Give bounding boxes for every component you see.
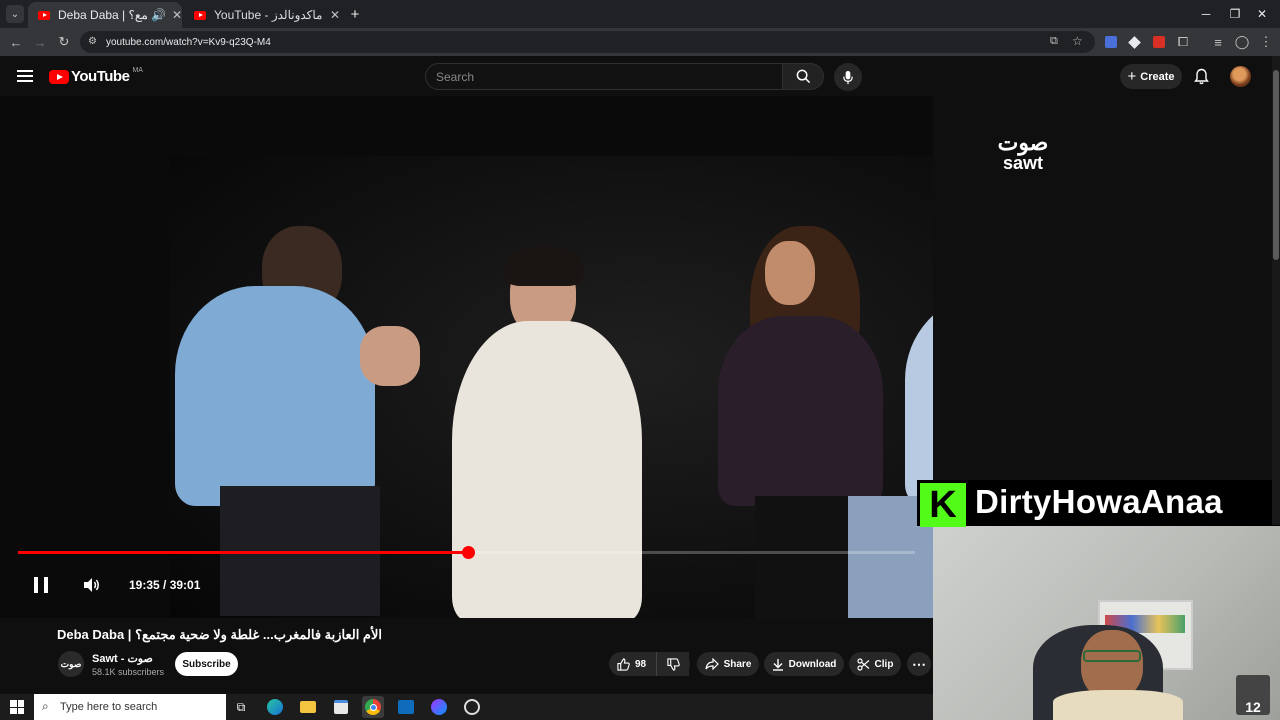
- video-figure-head: [765, 241, 815, 305]
- cast-icon[interactable]: ⧉: [1050, 35, 1058, 48]
- tab-inactive[interactable]: YouTube - اجي نجربو ماكدونالدز ✕: [184, 2, 340, 28]
- webcam-viewer-counter: 12: [1236, 675, 1270, 715]
- channel-watermark-logo[interactable]: صوت sawt: [990, 120, 1056, 184]
- voice-search-button[interactable]: [834, 63, 862, 91]
- edge-browser-icon[interactable]: [264, 696, 286, 718]
- kick-channel-name: DirtyHowaAnaa: [975, 483, 1223, 520]
- video-title: Deba Daba | الأم العازبة فالمغرب... غلطة…: [57, 627, 383, 642]
- reload-icon[interactable]: ↻: [52, 28, 76, 56]
- webcam-overlay: 12: [933, 525, 1280, 720]
- taskbar-search-icon: ⌕: [42, 699, 49, 713]
- share-label: Share: [723, 658, 752, 670]
- site-info-icon[interactable]: ⚙: [88, 36, 97, 47]
- speaker-icon[interactable]: 🔊: [151, 8, 166, 22]
- profile-icon[interactable]: ◯: [1230, 28, 1254, 56]
- youtube-logo-text: YouTube: [71, 68, 130, 85]
- forward-icon[interactable]: →: [28, 28, 52, 56]
- kick-logo-icon: K: [920, 483, 966, 527]
- microsoft-store-icon[interactable]: [330, 696, 352, 718]
- more-actions-button[interactable]: ⋯: [907, 652, 931, 676]
- like-count: 98: [635, 658, 647, 670]
- hamburger-menu-icon[interactable]: [17, 70, 33, 82]
- search-box[interactable]: [425, 63, 783, 90]
- close-window-button[interactable]: ✕: [1242, 0, 1280, 28]
- page-scrollbar-thumb[interactable]: [1273, 70, 1279, 260]
- tab-close-icon[interactable]: ✕: [330, 8, 340, 22]
- url-text: youtube.com/watch?v=Kv9-q23Q-M4: [106, 36, 271, 48]
- create-label: Create: [1140, 70, 1175, 83]
- video-figure-body: [175, 286, 375, 506]
- tab-title: YouTube - اجي نجربو ماكدونالدز: [214, 8, 324, 22]
- extension-diamond-icon[interactable]: [1122, 28, 1146, 56]
- share-icon: [704, 658, 719, 670]
- create-button[interactable]: + Create: [1120, 64, 1182, 89]
- subscribe-button[interactable]: Subscribe: [175, 652, 238, 676]
- new-tab-button[interactable]: +: [346, 5, 364, 23]
- volume-icon: [84, 578, 99, 592]
- subscriber-count: 58.1K subscribers: [92, 667, 165, 677]
- channel-avatar[interactable]: صوت: [58, 651, 84, 677]
- youtube-favicon-icon: [38, 10, 50, 20]
- file-explorer-icon[interactable]: [297, 696, 319, 718]
- progress-played: [18, 551, 469, 554]
- bookmark-star-icon[interactable]: ☆: [1072, 34, 1083, 48]
- download-button[interactable]: Download: [764, 652, 844, 676]
- reading-list-icon[interactable]: ≡: [1206, 28, 1230, 56]
- chrome-taskbar-icon[interactable]: [362, 696, 384, 718]
- chrome-menu-icon[interactable]: ⋮: [1254, 28, 1278, 56]
- outlook-icon[interactable]: [395, 696, 417, 718]
- extension-red-icon[interactable]: [1147, 28, 1171, 56]
- tab-close-icon[interactable]: ✕: [172, 8, 182, 22]
- task-view-icon[interactable]: ⧉: [230, 696, 252, 718]
- region-code: MA: [132, 67, 143, 74]
- pause-button[interactable]: [34, 577, 48, 593]
- tab-title: Deba Daba | ضحية مجتمع؟: [58, 8, 147, 22]
- share-button[interactable]: Share: [697, 652, 759, 676]
- address-bar[interactable]: ⚙ youtube.com/watch?v=Kv9-q23Q-M4 ⧉ ☆: [80, 31, 1095, 53]
- obs-studio-icon[interactable]: [461, 696, 483, 718]
- youtube-play-logo-icon: [49, 69, 69, 84]
- channel-name[interactable]: Sawt - صوت: [92, 652, 153, 665]
- search-input[interactable]: [436, 69, 782, 84]
- taskbar-search-placeholder: Type here to search: [60, 701, 158, 713]
- microphone-icon: [843, 70, 853, 84]
- webcam-streamer-shirt: [1053, 690, 1183, 720]
- back-icon[interactable]: ←: [4, 28, 28, 56]
- youtube-favicon-icon: [194, 10, 206, 20]
- pause-icon: [34, 577, 38, 593]
- notifications-bell-icon[interactable]: [1194, 68, 1209, 90]
- watermark-glyph: صوت: [997, 130, 1049, 155]
- volume-button[interactable]: [83, 577, 101, 598]
- search-button[interactable]: [782, 63, 824, 90]
- dislike-button[interactable]: [656, 652, 690, 676]
- video-figure-body: [452, 321, 642, 618]
- clip-label: Clip: [874, 658, 894, 670]
- tab-active[interactable]: Deba Daba | ضحية مجتمع؟ 🔊 ✕: [28, 2, 182, 28]
- download-label: Download: [788, 658, 837, 670]
- thumbs-down-icon: [667, 657, 680, 671]
- time-display: 19:35 / 39:01: [129, 578, 201, 592]
- extensions-puzzle-icon[interactable]: ⧠: [1171, 28, 1195, 56]
- video-figure-hand: [360, 326, 420, 386]
- thumbs-up-icon: [617, 657, 630, 671]
- video-figure-hair: [505, 246, 583, 286]
- tab-search-chevron-icon[interactable]: ⌄: [6, 5, 24, 23]
- webcam-glasses: [1083, 650, 1141, 662]
- video-figure-body: [718, 316, 883, 506]
- video-player[interactable]: [0, 96, 933, 618]
- scissors-icon: [856, 657, 869, 671]
- clip-button[interactable]: Clip: [849, 652, 901, 676]
- viewer-count: 12: [1245, 699, 1261, 715]
- plus-icon: +: [1127, 68, 1137, 85]
- taskbar-search[interactable]: ⌕ Type here to search: [34, 694, 226, 720]
- channel-avatar-glyph: صوت: [60, 658, 82, 669]
- extension-translate-icon[interactable]: [1099, 28, 1123, 56]
- youtube-logo[interactable]: YouTube MA: [49, 67, 143, 85]
- windows-start-icon[interactable]: [10, 700, 24, 714]
- download-icon: [772, 658, 783, 671]
- messenger-icon[interactable]: [428, 696, 450, 718]
- search-icon: [796, 69, 810, 84]
- watermark-latin: sawt: [1002, 153, 1044, 173]
- user-avatar[interactable]: [1230, 66, 1251, 87]
